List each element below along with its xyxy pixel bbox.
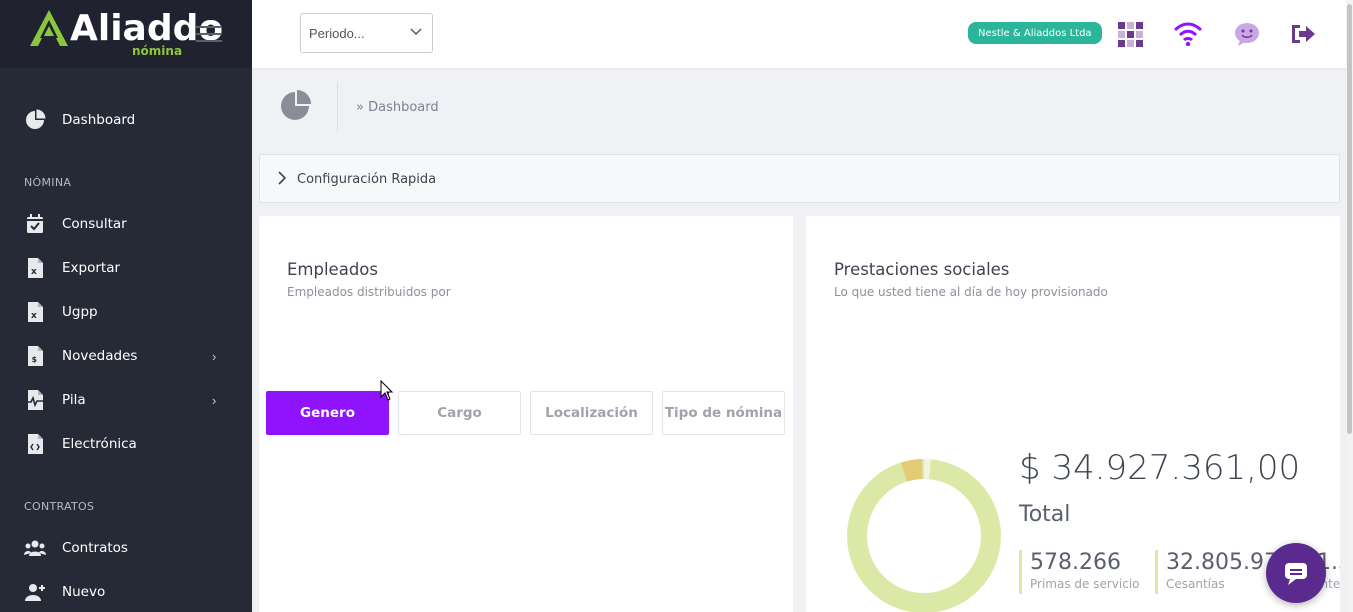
donut-segment-primas — [901, 459, 923, 482]
calendar-check-icon — [27, 214, 43, 233]
sidebar-item-pila[interactable]: Pila › — [0, 382, 252, 418]
sidebar-item-dashboard[interactable]: Dashboard — [0, 102, 252, 138]
code-file-icon — [28, 434, 43, 454]
sidebar-item-label: Pila — [62, 392, 86, 408]
scrollbar-thumb[interactable] — [1347, 4, 1352, 434]
aliaddo-logo-icon — [30, 10, 68, 46]
chat-launcher-button[interactable] — [1266, 543, 1326, 603]
top-bar: Periodo... Nestle & Aliaddos Ltda — [252, 0, 1353, 68]
sidebar-item-electronica[interactable]: Electrónica — [0, 426, 252, 462]
tab-cargo[interactable]: Cargo — [398, 391, 521, 435]
quick-config-panel[interactable]: Configuración Rapida — [259, 154, 1340, 203]
section-nomina: NÓMINA — [24, 176, 72, 189]
brand-header: Aliaddo nómina — [0, 0, 252, 68]
chevron-down-icon — [410, 28, 422, 36]
pulse-file-icon — [25, 390, 45, 410]
dollar-file-icon: $ — [28, 346, 43, 366]
logout-icon[interactable] — [1288, 20, 1318, 48]
stat-primas: 578.266 Primas de servicio — [1019, 550, 1140, 594]
sidebar-item-label: Exportar — [62, 260, 121, 276]
user-plus-icon — [25, 584, 45, 601]
tab-tipo-nomina[interactable]: Tipo de nómina — [662, 391, 785, 435]
svg-text:x: x — [31, 311, 37, 321]
section-contratos: CONTRATOS — [24, 500, 95, 513]
mouse-cursor-icon — [380, 380, 394, 401]
stat-label: Primas de servicio — [1030, 577, 1140, 591]
total-label: Total — [1019, 502, 1071, 527]
tab-genero[interactable]: Genero — [266, 391, 389, 435]
sidebar: Aliaddo nómina Dashboard NÓMINA Consulta… — [0, 0, 252, 612]
prestaciones-donut-chart — [847, 459, 1001, 612]
excel-file-icon: x — [28, 258, 43, 278]
excel-file-icon: x — [28, 302, 43, 322]
periodo-select[interactable]: Periodo... — [300, 13, 433, 53]
periodo-placeholder: Periodo... — [309, 25, 365, 41]
pie-chart-icon — [26, 109, 46, 129]
stat-value: 578.266 — [1030, 550, 1121, 575]
card-subtitle: Lo que usted tiene al día de hoy provisi… — [834, 285, 1108, 299]
wifi-icon[interactable] — [1173, 20, 1203, 48]
sidebar-item-exportar[interactable]: x Exportar — [0, 250, 252, 286]
chat-face-icon[interactable] — [1232, 20, 1262, 48]
sidebar-item-label: Contratos — [62, 540, 128, 556]
chevron-right-icon: › — [212, 392, 217, 408]
breadcrumb-bar: » Dashboard — [252, 68, 1353, 148]
sidebar-item-contratos[interactable]: Contratos — [0, 530, 252, 566]
users-icon — [24, 540, 46, 556]
svg-text:x: x — [31, 267, 37, 277]
sidebar-item-label: Consultar — [62, 216, 127, 232]
pie-chart-icon — [281, 90, 311, 120]
sidebar-item-label: Electrónica — [62, 436, 137, 452]
sidebar-item-novedades[interactable]: $ Novedades › — [0, 338, 252, 374]
sidebar-item-consultar[interactable]: Consultar — [0, 206, 252, 242]
donut-segment-cesantias — [847, 459, 1001, 612]
card-title: Empleados — [287, 260, 378, 279]
sidebar-item-label: Ugpp — [62, 304, 98, 320]
svg-text:$: $ — [32, 355, 38, 364]
page-scrollbar[interactable] — [1346, 0, 1353, 612]
card-subtitle: Empleados distribuidos por — [287, 285, 451, 299]
sidebar-item-nuevo[interactable]: Nuevo — [0, 574, 252, 610]
chat-bubble-icon — [1285, 563, 1307, 585]
quick-config-label: Configuración Rapida — [297, 172, 437, 187]
sidebar-item-ugpp[interactable]: x Ugpp — [0, 294, 252, 330]
total-amount: $ 34.927.361,00 — [1019, 448, 1301, 488]
sidebar-item-label: Nuevo — [62, 584, 106, 600]
prestaciones-card: Prestaciones sociales Lo que usted tiene… — [806, 216, 1340, 612]
chevron-right-icon — [278, 171, 287, 185]
apps-grid-icon[interactable] — [1116, 20, 1146, 48]
company-badge[interactable]: Nestle & Aliaddos Ltda — [968, 22, 1102, 44]
tab-localizacion[interactable]: Localización — [530, 391, 653, 435]
breadcrumb-divider — [337, 82, 338, 132]
chevron-right-icon: › — [212, 348, 217, 364]
empleados-card: Empleados Empleados distribuidos por Gen… — [259, 216, 793, 612]
sidebar-item-label: Dashboard — [62, 112, 136, 128]
brand-sub: nómina — [132, 44, 183, 58]
card-title: Prestaciones sociales — [834, 260, 1010, 279]
menu-toggle-icon[interactable] — [196, 26, 222, 42]
breadcrumb[interactable]: » Dashboard — [356, 100, 439, 115]
sidebar-item-label: Novedades — [62, 348, 138, 364]
